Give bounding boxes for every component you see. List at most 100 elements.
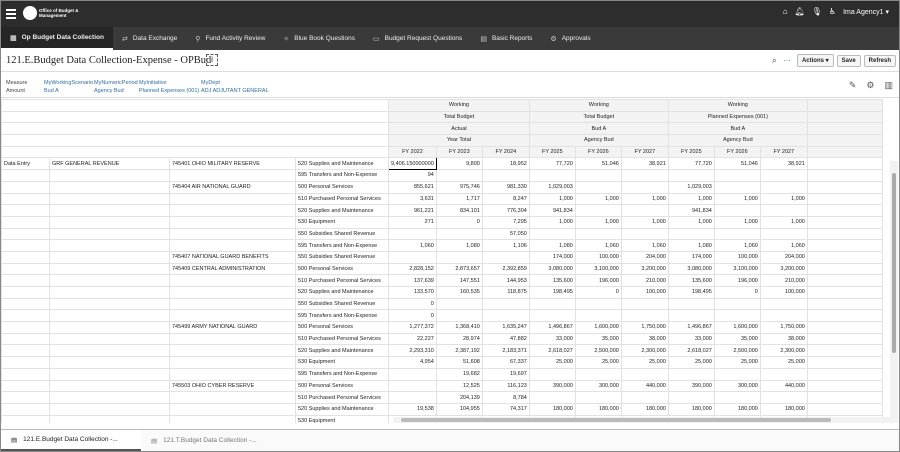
- data-cell[interactable]: 1,000: [574, 215, 622, 229]
- data-cell[interactable]: [528, 367, 576, 381]
- data-cell[interactable]: 196,000: [574, 274, 622, 287]
- data-cell[interactable]: 100,000: [759, 286, 808, 299]
- data-cell[interactable]: 2,293,310: [388, 344, 437, 358]
- data-cell[interactable]: [759, 180, 808, 194]
- data-cell[interactable]: 51,046: [713, 157, 761, 171]
- data-cell[interactable]: 1,635,247: [481, 321, 530, 334]
- data-cell[interactable]: 3,080,000: [528, 262, 576, 276]
- data-cell[interactable]: 7,295: [481, 215, 530, 229]
- data-cell[interactable]: 2,618,027: [667, 344, 715, 358]
- data-cell[interactable]: 1,750,000: [620, 321, 669, 334]
- data-cell[interactable]: 1,029,003: [667, 180, 715, 194]
- tab-basic-reports[interactable]: ▤ Basic Reports: [471, 27, 541, 50]
- data-cell[interactable]: 174,000: [667, 250, 715, 264]
- data-cell[interactable]: 3,080,000: [667, 262, 715, 276]
- data-cell[interactable]: [435, 309, 483, 323]
- data-cell[interactable]: 1,368,410: [435, 321, 483, 334]
- data-cell[interactable]: 180,000: [620, 402, 669, 416]
- data-cell[interactable]: 196,000: [713, 274, 761, 287]
- data-cell[interactable]: [388, 250, 437, 264]
- data-cell[interactable]: 2,500,000: [713, 344, 761, 358]
- pov-value[interactable]: ADJ ADJUTANT GENERAL: [201, 87, 269, 95]
- data-cell[interactable]: [713, 391, 761, 404]
- data-cell[interactable]: [574, 204, 622, 217]
- data-cell[interactable]: 3,200,000: [759, 262, 808, 276]
- data-cell[interactable]: 1,000: [713, 215, 761, 229]
- pov-value[interactable]: Bud A: [44, 87, 93, 95]
- data-cell[interactable]: 1,750,000: [759, 321, 808, 334]
- data-cell[interactable]: 1,600,000: [574, 321, 622, 334]
- data-cell[interactable]: 104,955: [435, 402, 483, 416]
- bottom-tab[interactable]: ▤ 121.E.Budget Data Collection -...: [1, 430, 141, 451]
- data-cell[interactable]: 981,330: [481, 180, 530, 194]
- data-cell[interactable]: 118,875: [481, 286, 530, 299]
- data-cell[interactable]: [620, 367, 669, 381]
- data-cell[interactable]: 2,618,027: [528, 344, 576, 358]
- data-cell[interactable]: 3,100,000: [713, 262, 761, 276]
- data-cell[interactable]: [435, 169, 483, 182]
- data-cell[interactable]: 18,952: [481, 157, 530, 171]
- edit-icon[interactable]: ✎: [849, 80, 857, 91]
- pov-label[interactable]: MyInitiative: [139, 79, 199, 87]
- data-cell[interactable]: 51,046: [574, 157, 622, 171]
- data-cell[interactable]: [759, 391, 808, 404]
- pov-label[interactable]: MyWorkingScenario: [44, 79, 93, 87]
- data-cell[interactable]: 19,697: [481, 367, 530, 381]
- search-doc-icon[interactable]: ⌕: [772, 55, 777, 66]
- data-cell[interactable]: 1,600,000: [713, 321, 761, 334]
- data-cell[interactable]: 180,000: [574, 402, 622, 416]
- data-cell[interactable]: [759, 367, 808, 381]
- data-cell[interactable]: 0: [388, 309, 437, 323]
- data-cell[interactable]: 100,000: [574, 250, 622, 264]
- data-cell[interactable]: 390,000: [528, 379, 576, 393]
- data-cell[interactable]: 0: [435, 215, 483, 229]
- data-cell[interactable]: [759, 227, 808, 241]
- info-icon[interactable]: i: [206, 54, 218, 66]
- data-cell[interactable]: 4,954: [388, 356, 437, 369]
- data-cell[interactable]: 38,921: [759, 157, 808, 171]
- refresh-button[interactable]: Refresh: [863, 54, 896, 67]
- data-cell[interactable]: 9,406.150000000: [388, 157, 437, 171]
- data-cell[interactable]: 1,277,372: [388, 321, 437, 334]
- data-cell[interactable]: 137,639: [388, 274, 437, 287]
- data-cell[interactable]: 204,000: [620, 250, 669, 264]
- data-cell[interactable]: 1,000: [667, 215, 715, 229]
- data-cell[interactable]: 855,621: [388, 180, 437, 194]
- data-cell[interactable]: [574, 367, 622, 381]
- data-cell[interactable]: [713, 367, 761, 381]
- data-cell[interactable]: 204,139: [435, 391, 483, 404]
- data-cell[interactable]: 38,000: [620, 332, 669, 346]
- more-icon[interactable]: ···: [783, 56, 791, 65]
- data-cell[interactable]: 180,000: [759, 402, 808, 416]
- data-cell[interactable]: [713, 297, 761, 311]
- data-cell[interactable]: [667, 169, 715, 182]
- data-cell[interactable]: 180,000: [713, 402, 761, 416]
- data-cell[interactable]: [713, 204, 761, 217]
- data-cell[interactable]: 19,682: [435, 367, 483, 381]
- data-cell[interactable]: [667, 297, 715, 311]
- data-cell[interactable]: 2,387,192: [435, 344, 483, 358]
- data-cell[interactable]: [620, 309, 669, 323]
- data-cell[interactable]: 1,000: [528, 215, 576, 229]
- data-cell[interactable]: 1,080: [528, 239, 576, 252]
- data-cell[interactable]: 3,200,000: [620, 262, 669, 276]
- vertical-scrollbar[interactable]: [890, 161, 898, 421]
- data-cell[interactable]: [528, 227, 576, 241]
- data-cell[interactable]: [574, 309, 622, 323]
- microphone-icon[interactable]: 🎙︎: [812, 7, 822, 16]
- data-cell[interactable]: [481, 250, 530, 264]
- data-cell[interactable]: [713, 180, 761, 194]
- data-cell[interactable]: 33,000: [528, 332, 576, 346]
- data-cell[interactable]: [667, 367, 715, 381]
- data-cell[interactable]: [481, 309, 530, 323]
- data-cell[interactable]: 0: [388, 297, 437, 311]
- data-cell[interactable]: 38,000: [759, 332, 808, 346]
- tab-fund-activity-review[interactable]: ⚲ Fund Activity Review: [186, 27, 274, 50]
- data-cell[interactable]: 9,800: [435, 157, 483, 171]
- data-cell[interactable]: 1,496,867: [528, 321, 576, 334]
- data-cell[interactable]: 2,300,000: [759, 344, 808, 358]
- pov-label[interactable]: MyDept: [201, 79, 269, 87]
- data-cell[interactable]: 25,000: [667, 356, 715, 369]
- data-cell[interactable]: 1,000: [713, 192, 761, 206]
- data-cell[interactable]: [620, 297, 669, 311]
